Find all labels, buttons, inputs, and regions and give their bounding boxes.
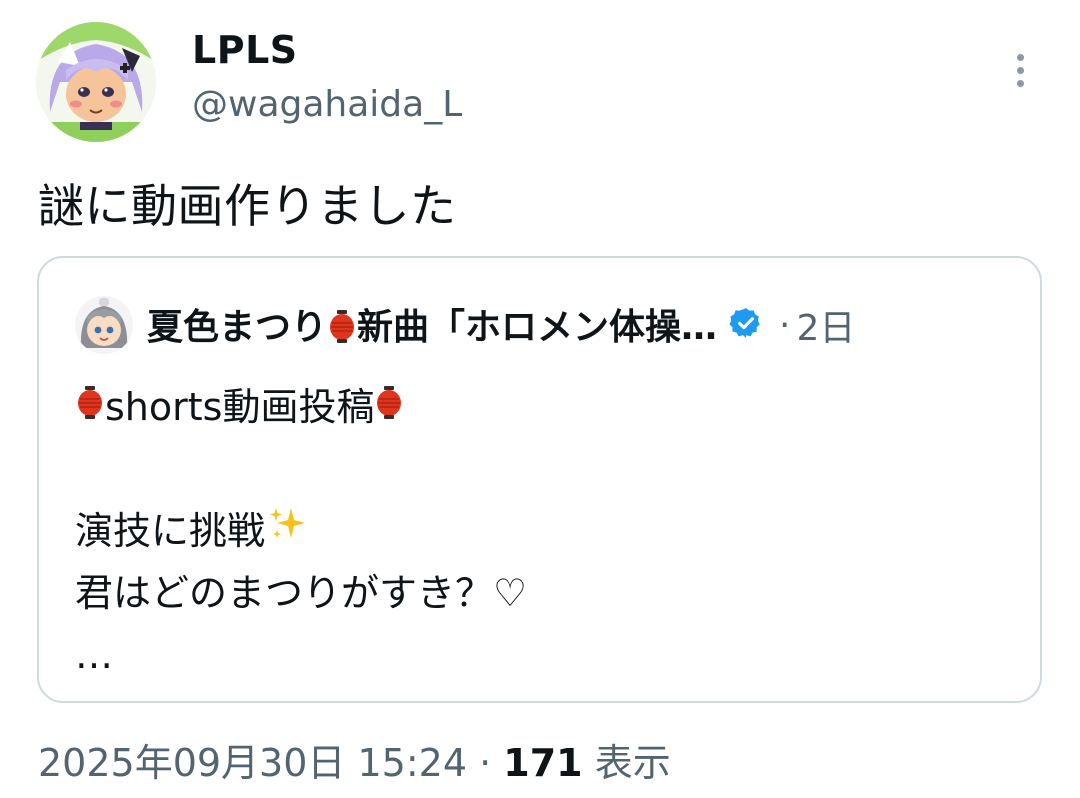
quote-author-name[interactable]: 夏色まつり 新曲「ホロメン体操… (147, 298, 717, 353)
quote-line-3: 君はどのまつりがすき？♡ (75, 571, 528, 615)
tweet-text: 謎に動画作りました (38, 179, 457, 233)
tweet-footer: 2025年09月30日 15:24 · 171 表示 (38, 732, 671, 787)
red-lantern-icon (77, 376, 103, 438)
quote-timestamp[interactable]: 2日 (796, 299, 855, 351)
more-options-button[interactable] (1004, 44, 1036, 96)
author-avatar[interactable] (36, 22, 156, 142)
quote-avatar-icon (75, 296, 133, 354)
footer-separator: · (479, 741, 492, 785)
quote-line-2-text: 演技に挑戦 (75, 509, 266, 553)
verified-badge-icon (729, 306, 763, 344)
quote-line-1-text: shorts動画投稿 (105, 385, 375, 429)
quote-ellipsis: … (75, 633, 113, 677)
more-vertical-icon (1016, 53, 1024, 87)
author-handle[interactable]: @wagahaida_L (192, 84, 462, 125)
author-display-name[interactable]: LPLS (192, 28, 298, 72)
anime-avatar-icon (36, 22, 156, 142)
tweet-timestamp[interactable]: 2025年09月30日 15:24 (38, 741, 467, 785)
sparkles-icon (267, 500, 307, 562)
quote-line-1: shorts動画投稿 (75, 376, 527, 438)
quote-body: shorts動画投稿 演技に挑戦 君はどのまつりがすき？♡ … (75, 376, 527, 686)
quote-author-avatar[interactable] (75, 296, 133, 354)
quote-header-separator: · (779, 304, 791, 346)
quote-author-name-part1: 夏色まつり (147, 306, 328, 348)
quote-line-2: 演技に挑戦 (75, 500, 527, 562)
quote-blank-line (75, 438, 527, 500)
red-lantern-icon (329, 309, 355, 353)
quote-header: 夏色まつり 新曲「ホロメン体操… · 2日 (75, 296, 855, 354)
quoted-tweet-card[interactable]: 夏色まつり 新曲「ホロメン体操… · 2日 shorts動画投稿 演技に挑戦 君は… (37, 256, 1042, 703)
quote-author-name-part2: 新曲「ホロメン体操… (357, 306, 718, 348)
views-label: 表示 (594, 741, 671, 785)
red-lantern-icon (376, 376, 402, 438)
views-count[interactable]: 171 (503, 741, 582, 785)
